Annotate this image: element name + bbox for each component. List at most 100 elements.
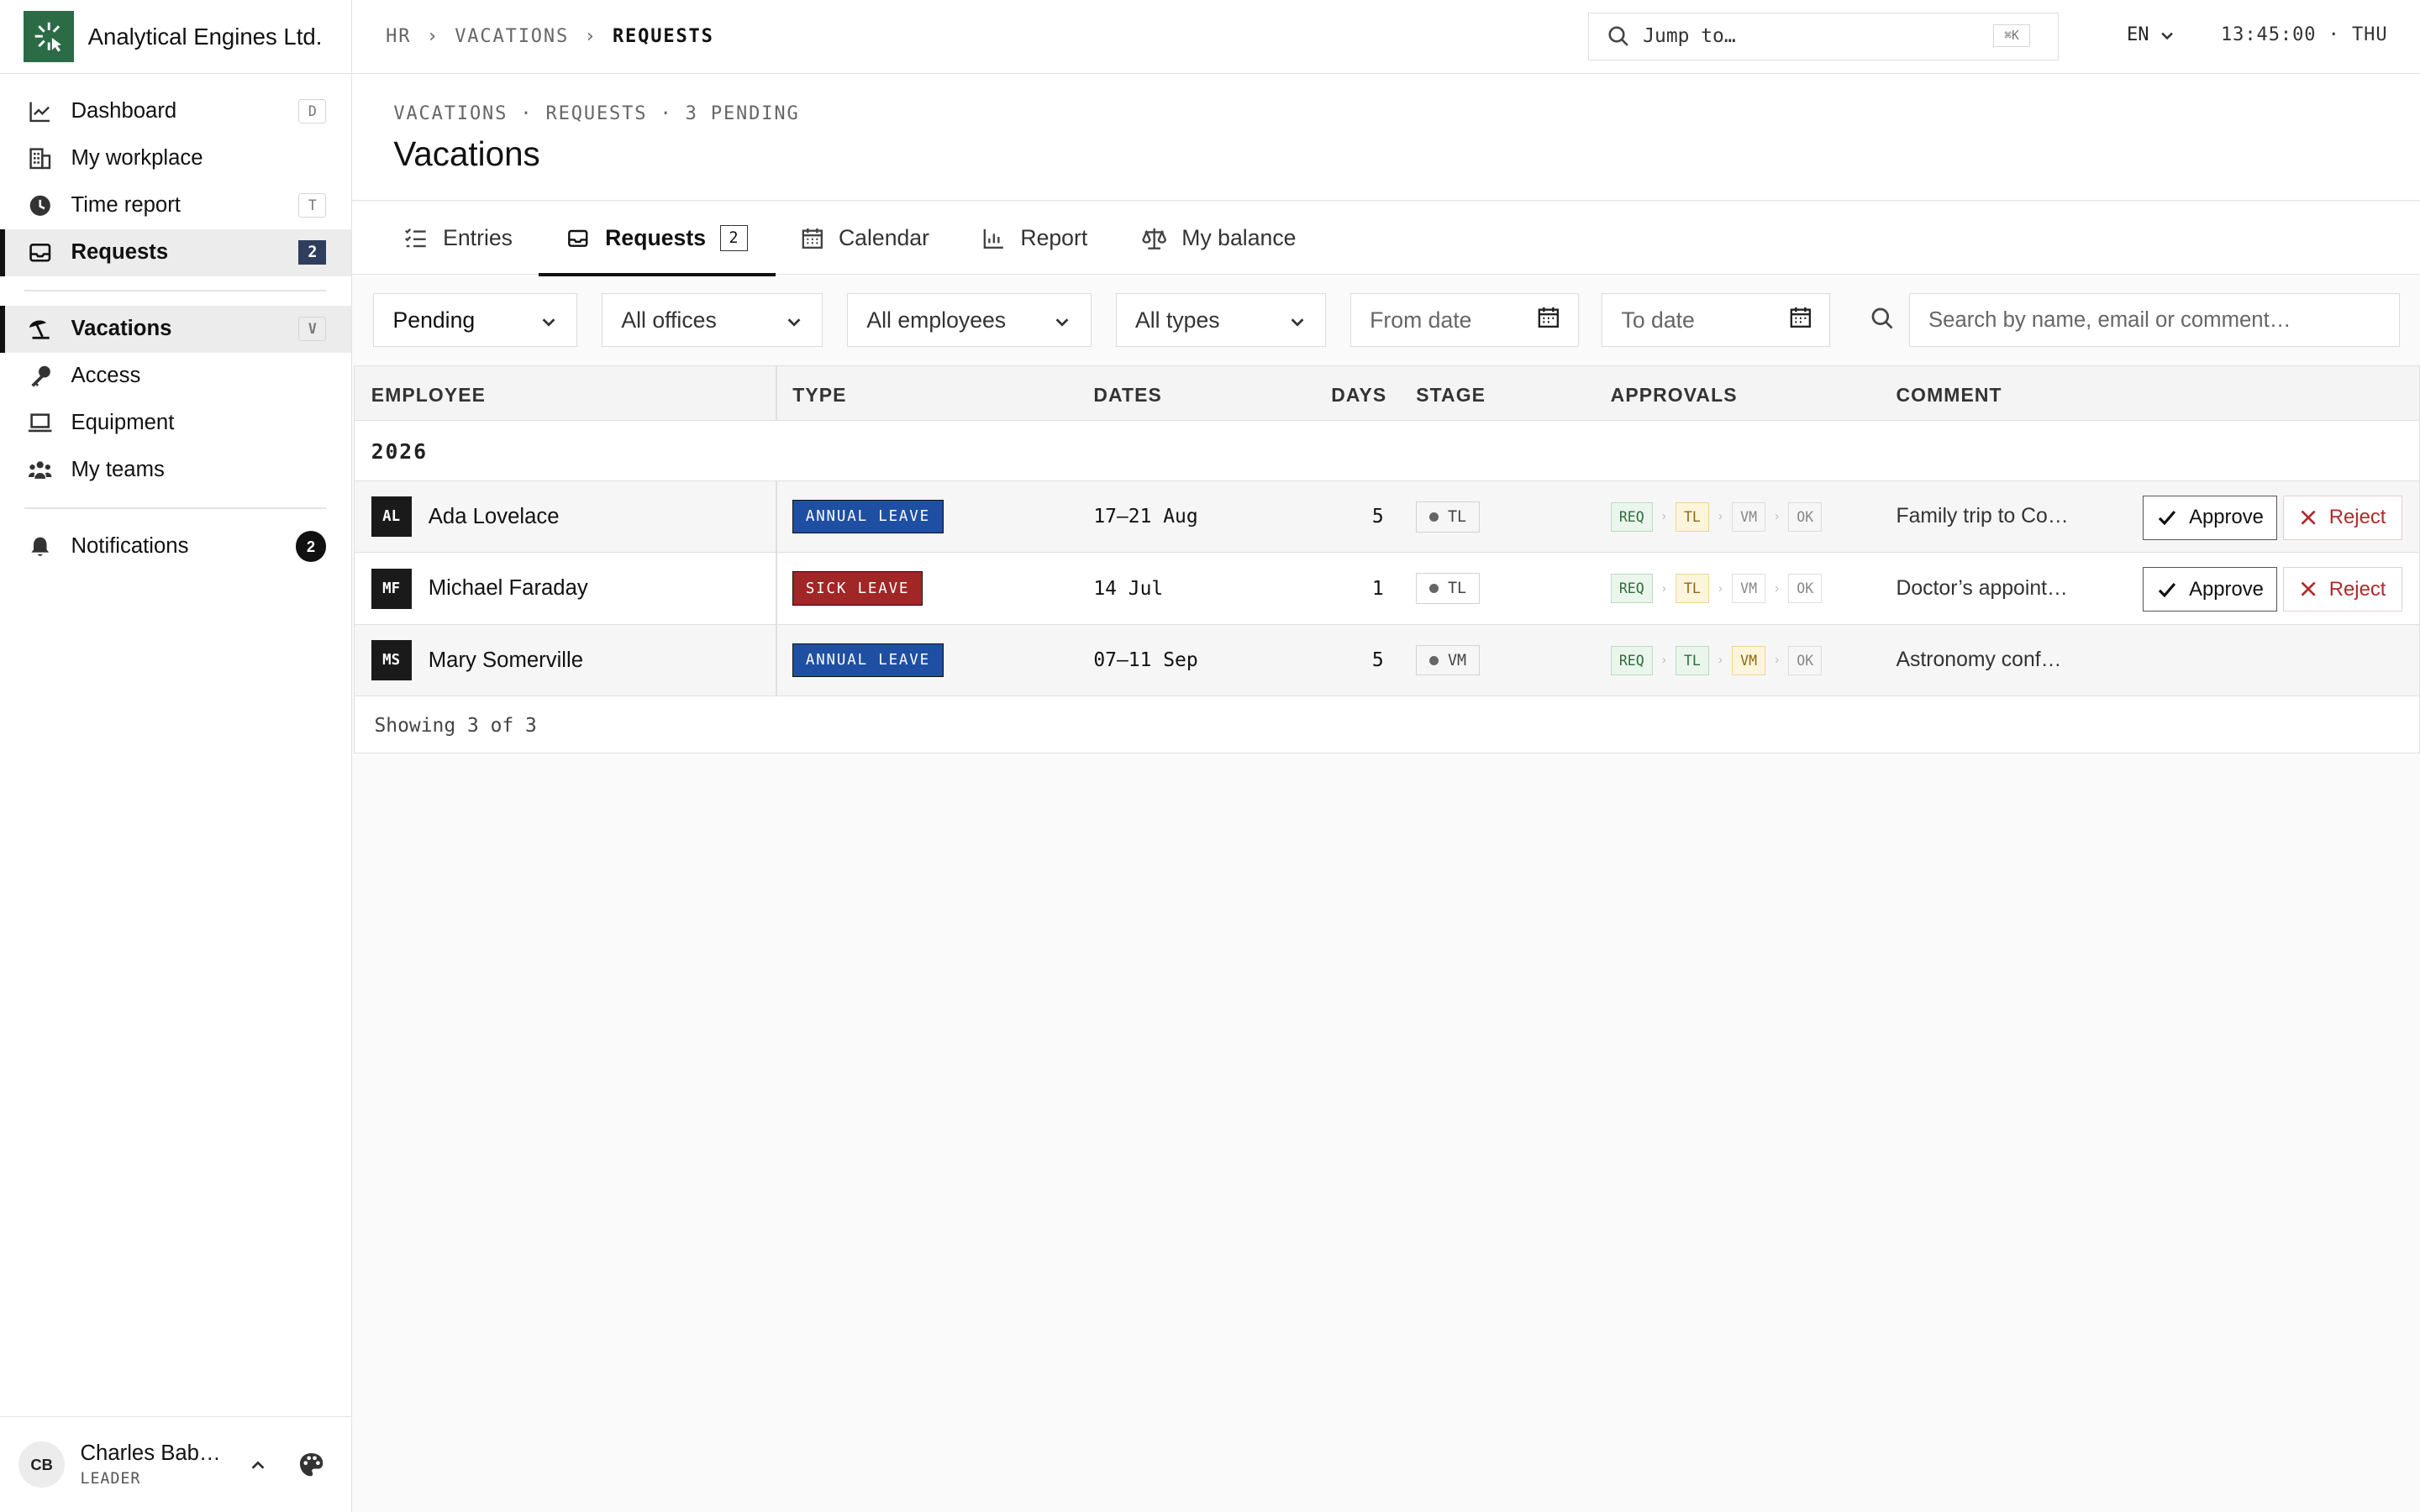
- breadcrumb-separator: ›: [426, 26, 439, 48]
- chevron-down-icon: [1053, 311, 1071, 337]
- office-filter-select[interactable]: All offices: [602, 292, 823, 348]
- close-icon: [2300, 509, 2317, 526]
- sidebar-item-requests[interactable]: Requests 2: [0, 228, 351, 277]
- chevron-right-icon: ›: [1661, 581, 1666, 596]
- employee-cell: AL Ada Lovelace: [371, 481, 560, 552]
- calendar-icon[interactable]: [1790, 307, 1812, 334]
- stage-value: TL: [1447, 507, 1467, 526]
- stage-badge: VM: [1416, 644, 1480, 676]
- building-icon: [28, 146, 52, 171]
- employee-name[interactable]: Ada Lovelace: [429, 505, 560, 529]
- calendar-icon[interactable]: [1538, 307, 1560, 334]
- table-row[interactable]: MS Mary Somerville ANNUAL LEAVE 07–11 Se…: [354, 624, 2419, 697]
- chevron-right-icon: ›: [1775, 510, 1780, 524]
- sidebar-item-my-teams[interactable]: My teams: [0, 447, 351, 494]
- beach-umbrella-icon: [28, 317, 52, 341]
- from-date-input[interactable]: From date: [1350, 292, 1579, 348]
- from-date-placeholder: From date: [1370, 307, 1472, 333]
- approval-step-vm: VM: [1731, 645, 1766, 675]
- breadcrumb-item-hr[interactable]: HR: [386, 26, 411, 47]
- stage-cell: TL: [1416, 481, 1480, 552]
- approval-step-tl: TL: [1675, 501, 1710, 532]
- chevron-up-icon[interactable]: [249, 1456, 267, 1474]
- user-menu[interactable]: CB Charles Bab… LEADER: [0, 1416, 352, 1512]
- approval-step-ok: OK: [1788, 645, 1823, 675]
- reject-button[interactable]: Reject: [2283, 566, 2402, 612]
- user-name: Charles Bab…: [80, 1441, 221, 1465]
- employee-filter-select[interactable]: All employees: [847, 292, 1092, 348]
- brand[interactable]: Analytical Engines Ltd.: [0, 0, 351, 75]
- language-value: EN: [2126, 24, 2149, 46]
- tab-my-balance[interactable]: My balance: [1141, 202, 1296, 275]
- dates-cell: 14 Jul: [1093, 577, 1164, 600]
- column-header-days[interactable]: DAYS: [1331, 384, 1386, 407]
- column-header-approvals[interactable]: APPROVALS: [1611, 384, 1738, 407]
- search-input[interactable]: Search by name, email or comment…: [1908, 292, 2401, 348]
- sidebar-item-dashboard[interactable]: Dashboard D: [0, 88, 351, 135]
- approval-step-tl: TL: [1675, 574, 1710, 604]
- column-header-stage[interactable]: STAGE: [1416, 384, 1486, 407]
- column-header-dates[interactable]: DATES: [1093, 384, 1162, 407]
- shortcut-key: V: [298, 316, 327, 342]
- chevron-right-icon: ›: [1661, 510, 1666, 524]
- palette-icon[interactable]: [298, 1452, 324, 1478]
- check-icon: [2157, 580, 2177, 600]
- approval-step-vm: VM: [1731, 501, 1766, 532]
- breadcrumb-item-vacations[interactable]: VACATIONS: [455, 26, 569, 47]
- reject-button[interactable]: Reject: [2283, 495, 2402, 540]
- leave-type-badge: ANNUAL LEAVE: [792, 643, 944, 678]
- sidebar-item-label: My workplace: [71, 146, 203, 171]
- status-filter-select[interactable]: Pending: [373, 292, 577, 348]
- inbox-icon: [28, 240, 52, 265]
- chevron-down-icon: [539, 311, 558, 337]
- key-icon: [28, 364, 52, 388]
- inbox-icon: [566, 228, 590, 249]
- column-header-type[interactable]: TYPE: [792, 384, 846, 407]
- chevron-right-icon: ›: [1718, 510, 1723, 524]
- sidebar-item-equipment[interactable]: Equipment: [0, 400, 351, 447]
- sidebar-item-my-workplace[interactable]: My workplace: [0, 135, 351, 182]
- bar-chart-icon: [983, 228, 1005, 249]
- table-row[interactable]: AL Ada Lovelace ANNUAL LEAVE 17–21 Aug 5…: [354, 481, 2419, 554]
- tab-requests[interactable]: Requests 2: [539, 202, 776, 276]
- user-role: LEADER: [80, 1470, 141, 1488]
- page-header: VACATIONS · REQUESTS · 3 PENDING Vacatio…: [351, 74, 2420, 201]
- to-date-input[interactable]: To date: [1602, 292, 1831, 348]
- employee-cell: MS Mary Somerville: [371, 625, 583, 696]
- tab-label: Requests: [605, 225, 707, 251]
- language-select[interactable]: EN: [2127, 24, 2175, 45]
- sidebar-item-notifications[interactable]: Notifications 2: [0, 523, 351, 570]
- comment-cell: Astronomy conf…: [1896, 648, 2062, 672]
- column-header-comment[interactable]: COMMENT: [1896, 384, 2002, 407]
- sidebar-item-access[interactable]: Access: [0, 353, 351, 400]
- sidebar-item-label: Notifications: [71, 534, 189, 559]
- chevron-right-icon: ›: [1718, 654, 1723, 668]
- employee-name[interactable]: Michael Faraday: [429, 576, 588, 601]
- jump-to-search[interactable]: Jump to… ⌘K: [1587, 12, 2060, 60]
- sidebar-item-time-report[interactable]: Time report T: [0, 182, 351, 229]
- column-header-employee[interactable]: EMPLOYEE: [371, 384, 486, 407]
- sidebar-item-vacations[interactable]: Vacations V: [0, 305, 351, 354]
- days-cell: 5: [1371, 506, 1384, 528]
- topbar: HR › VACATIONS › REQUESTS Jump to… ⌘K EN…: [351, 0, 2420, 75]
- comment-cell: Doctor’s appoint…: [1896, 576, 2068, 600]
- approve-button[interactable]: Approve: [2143, 566, 2278, 612]
- tab-calendar[interactable]: Calendar: [802, 202, 929, 275]
- reject-label: Reject: [2328, 506, 2386, 529]
- approve-label: Approve: [2189, 506, 2264, 529]
- stage-cell: TL: [1416, 553, 1480, 623]
- sidebar-item-label: Requests: [71, 240, 169, 265]
- avatar: MF: [371, 568, 412, 609]
- days-cell: 5: [1371, 649, 1384, 672]
- tab-report[interactable]: Report: [983, 202, 1087, 275]
- tab-entries[interactable]: Entries: [404, 202, 513, 275]
- table-row[interactable]: MF Michael Faraday SICK LEAVE 14 Jul 1 T…: [354, 553, 2419, 625]
- jump-placeholder: Jump to…: [1643, 25, 1736, 48]
- employee-name[interactable]: Mary Somerville: [429, 648, 583, 673]
- type-filter-select[interactable]: All types: [1115, 292, 1326, 348]
- sidebar-item-label: My teams: [71, 458, 165, 482]
- approve-button[interactable]: Approve: [2143, 495, 2278, 540]
- bell-icon: [28, 534, 52, 559]
- laptop-icon: [28, 411, 52, 435]
- chevron-down-icon: [785, 311, 803, 337]
